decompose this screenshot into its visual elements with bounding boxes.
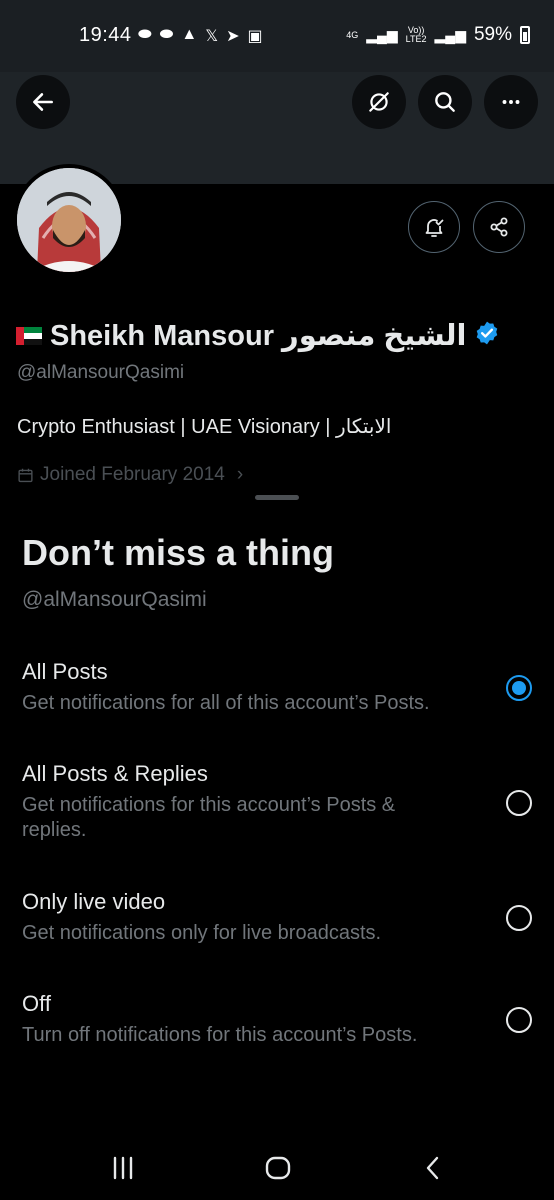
x-logo-icon: 𝕏 [205,28,219,45]
share-button[interactable] [473,201,525,253]
option-description: Get notifications for all of this accoun… [22,692,430,714]
sheet-drag-handle[interactable] [255,495,299,500]
radio-all-posts-replies[interactable] [506,790,532,816]
network-4g-label: 4G [346,29,359,40]
option-description: Get notifications for this account’s Pos… [22,794,396,841]
signal-icon: ▂▄▆ [434,26,466,43]
option-all-posts[interactable]: All Posts Get notifications for all of t… [22,659,532,716]
share-icon [490,217,508,237]
pill-icon: ⬬ [159,26,174,43]
sheet-subtitle: @alMansourQasimi [22,588,207,611]
spaces-button[interactable] [352,75,406,129]
joined-text: Joined February 2014 [40,464,225,485]
profile-name-row: Sheikh Mansour الشيخ منصور [16,318,500,353]
warning-icon: ▲ [181,26,198,43]
system-icons: 4G ▂▄▆ Vo)) LTE2 ▂▄▆ 59% [346,24,530,46]
avatar-image [17,168,121,272]
battery-icon [520,26,530,44]
home-icon[interactable] [263,1153,293,1183]
search-button[interactable] [418,75,472,129]
joined-date[interactable]: Joined February 2014 › [17,464,243,486]
pill-icon: ⬬ [138,26,152,43]
notification-bell-icon [425,219,444,237]
verified-badge-icon[interactable] [474,320,500,351]
battery-percent: 59% [473,24,512,45]
option-title: All Posts & Replies [22,761,208,786]
status-bar: 19:44 ⬬ ⬬ ▲ 𝕏 ➤ ▣ 4G ▂▄▆ Vo)) LTE2 ▂▄▆ 59… [0,0,554,72]
spaces-icon [369,92,389,112]
option-title: All Posts [22,659,108,684]
back-button[interactable] [16,75,70,129]
radio-all-posts[interactable] [506,675,532,701]
system-nav-bar [0,1135,554,1200]
volte-label: Vo)) LTE2 [405,25,427,44]
back-nav-icon[interactable] [418,1153,448,1183]
option-all-posts-replies[interactable]: All Posts & Replies Get notifications fo… [22,761,532,843]
notification-subscribe-button[interactable] [408,201,460,253]
more-icon [502,100,520,104]
more-button[interactable] [484,75,538,129]
telegram-icon: ➤ [226,28,240,45]
option-title: Only live video [22,889,166,914]
radio-off[interactable] [506,1007,532,1033]
chevron-right-icon: › [236,464,244,485]
back-arrow-icon [33,93,53,111]
status-time: 19:44 [79,24,132,46]
option-title: Off [22,991,51,1016]
profile-name: Sheikh Mansour الشيخ منصور [50,320,467,352]
notification-icons: ⬬ ⬬ ▲ 𝕏 ➤ ▣ [138,26,263,46]
signal-icon: ▂▄▆ [366,26,398,43]
sheet-title: Don’t miss a thing [22,532,335,573]
calendar-icon [18,468,33,482]
option-description: Turn off notifications for this account’… [22,1024,418,1046]
avatar[interactable] [13,164,125,276]
image-icon: ▣ [247,28,263,45]
profile-handle: @alMansourQasimi [17,362,185,383]
recent-apps-icon[interactable] [108,1153,138,1183]
uae-flag-icon [16,326,42,345]
option-off[interactable]: Off Turn off notifications for this acco… [22,991,532,1048]
radio-only-live-video[interactable] [506,905,532,931]
option-only-live-video[interactable]: Only live video Get notifications only f… [22,889,532,946]
search-icon [435,92,455,112]
option-description: Get notifications only for live broadcas… [22,922,382,944]
profile-bio: Crypto Enthusiast | UAE Visionary | الاب… [17,416,392,438]
